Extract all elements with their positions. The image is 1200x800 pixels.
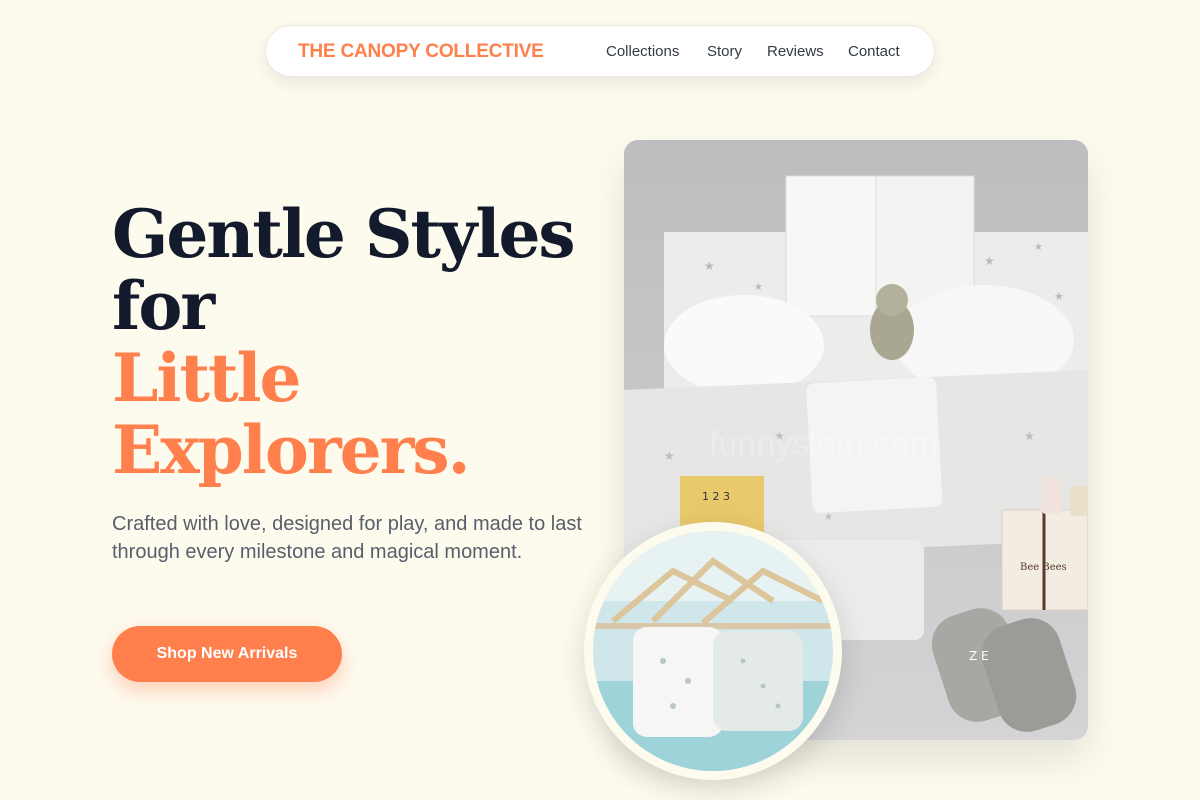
svg-text:★: ★ bbox=[704, 259, 715, 273]
svg-text:★: ★ bbox=[984, 254, 995, 268]
shop-new-arrivals-button[interactable]: Shop New Arrivals bbox=[112, 626, 342, 682]
book-label: 1 2 3 bbox=[702, 490, 730, 503]
clothes-rack-illustration bbox=[593, 531, 833, 771]
nav-link-collections[interactable]: Collections bbox=[606, 43, 679, 60]
headline-line-1: Gentle Styles bbox=[112, 195, 576, 273]
headline-accent-1: Little bbox=[112, 339, 302, 417]
top-navbar: THE CANOPY COLLECTIVE Collections Story … bbox=[265, 25, 935, 77]
svg-text:★: ★ bbox=[1034, 242, 1043, 253]
nav-link-reviews[interactable]: Reviews bbox=[767, 43, 824, 60]
gift-label: Bee Bees bbox=[1020, 562, 1067, 573]
swaddle-label: Z E bbox=[969, 649, 989, 663]
brand-logo[interactable]: THE CANOPY COLLECTIVE bbox=[298, 41, 544, 63]
landing-page: THE CANOPY COLLECTIVE Collections Story … bbox=[0, 0, 1200, 800]
svg-text:★: ★ bbox=[664, 449, 675, 463]
watermark-text: funnysloth.com bbox=[709, 425, 938, 463]
svg-text:★: ★ bbox=[1024, 429, 1035, 443]
svg-text:★: ★ bbox=[824, 512, 833, 523]
hanging-clothes-image bbox=[584, 522, 842, 780]
svg-text:★: ★ bbox=[754, 282, 763, 293]
hero-headline: Gentle Styles for Little Explorers. bbox=[112, 198, 582, 486]
hero-subtext: Crafted with love, designed for play, an… bbox=[112, 513, 582, 563]
svg-text:★: ★ bbox=[1054, 291, 1064, 303]
headline-accent-2: Explorers. bbox=[112, 411, 471, 489]
nav-link-story[interactable]: Story bbox=[707, 43, 742, 60]
headline-line-2: for bbox=[112, 267, 215, 345]
nav-link-contact[interactable]: Contact bbox=[848, 43, 900, 60]
hanging-clothes-photo bbox=[593, 531, 833, 771]
